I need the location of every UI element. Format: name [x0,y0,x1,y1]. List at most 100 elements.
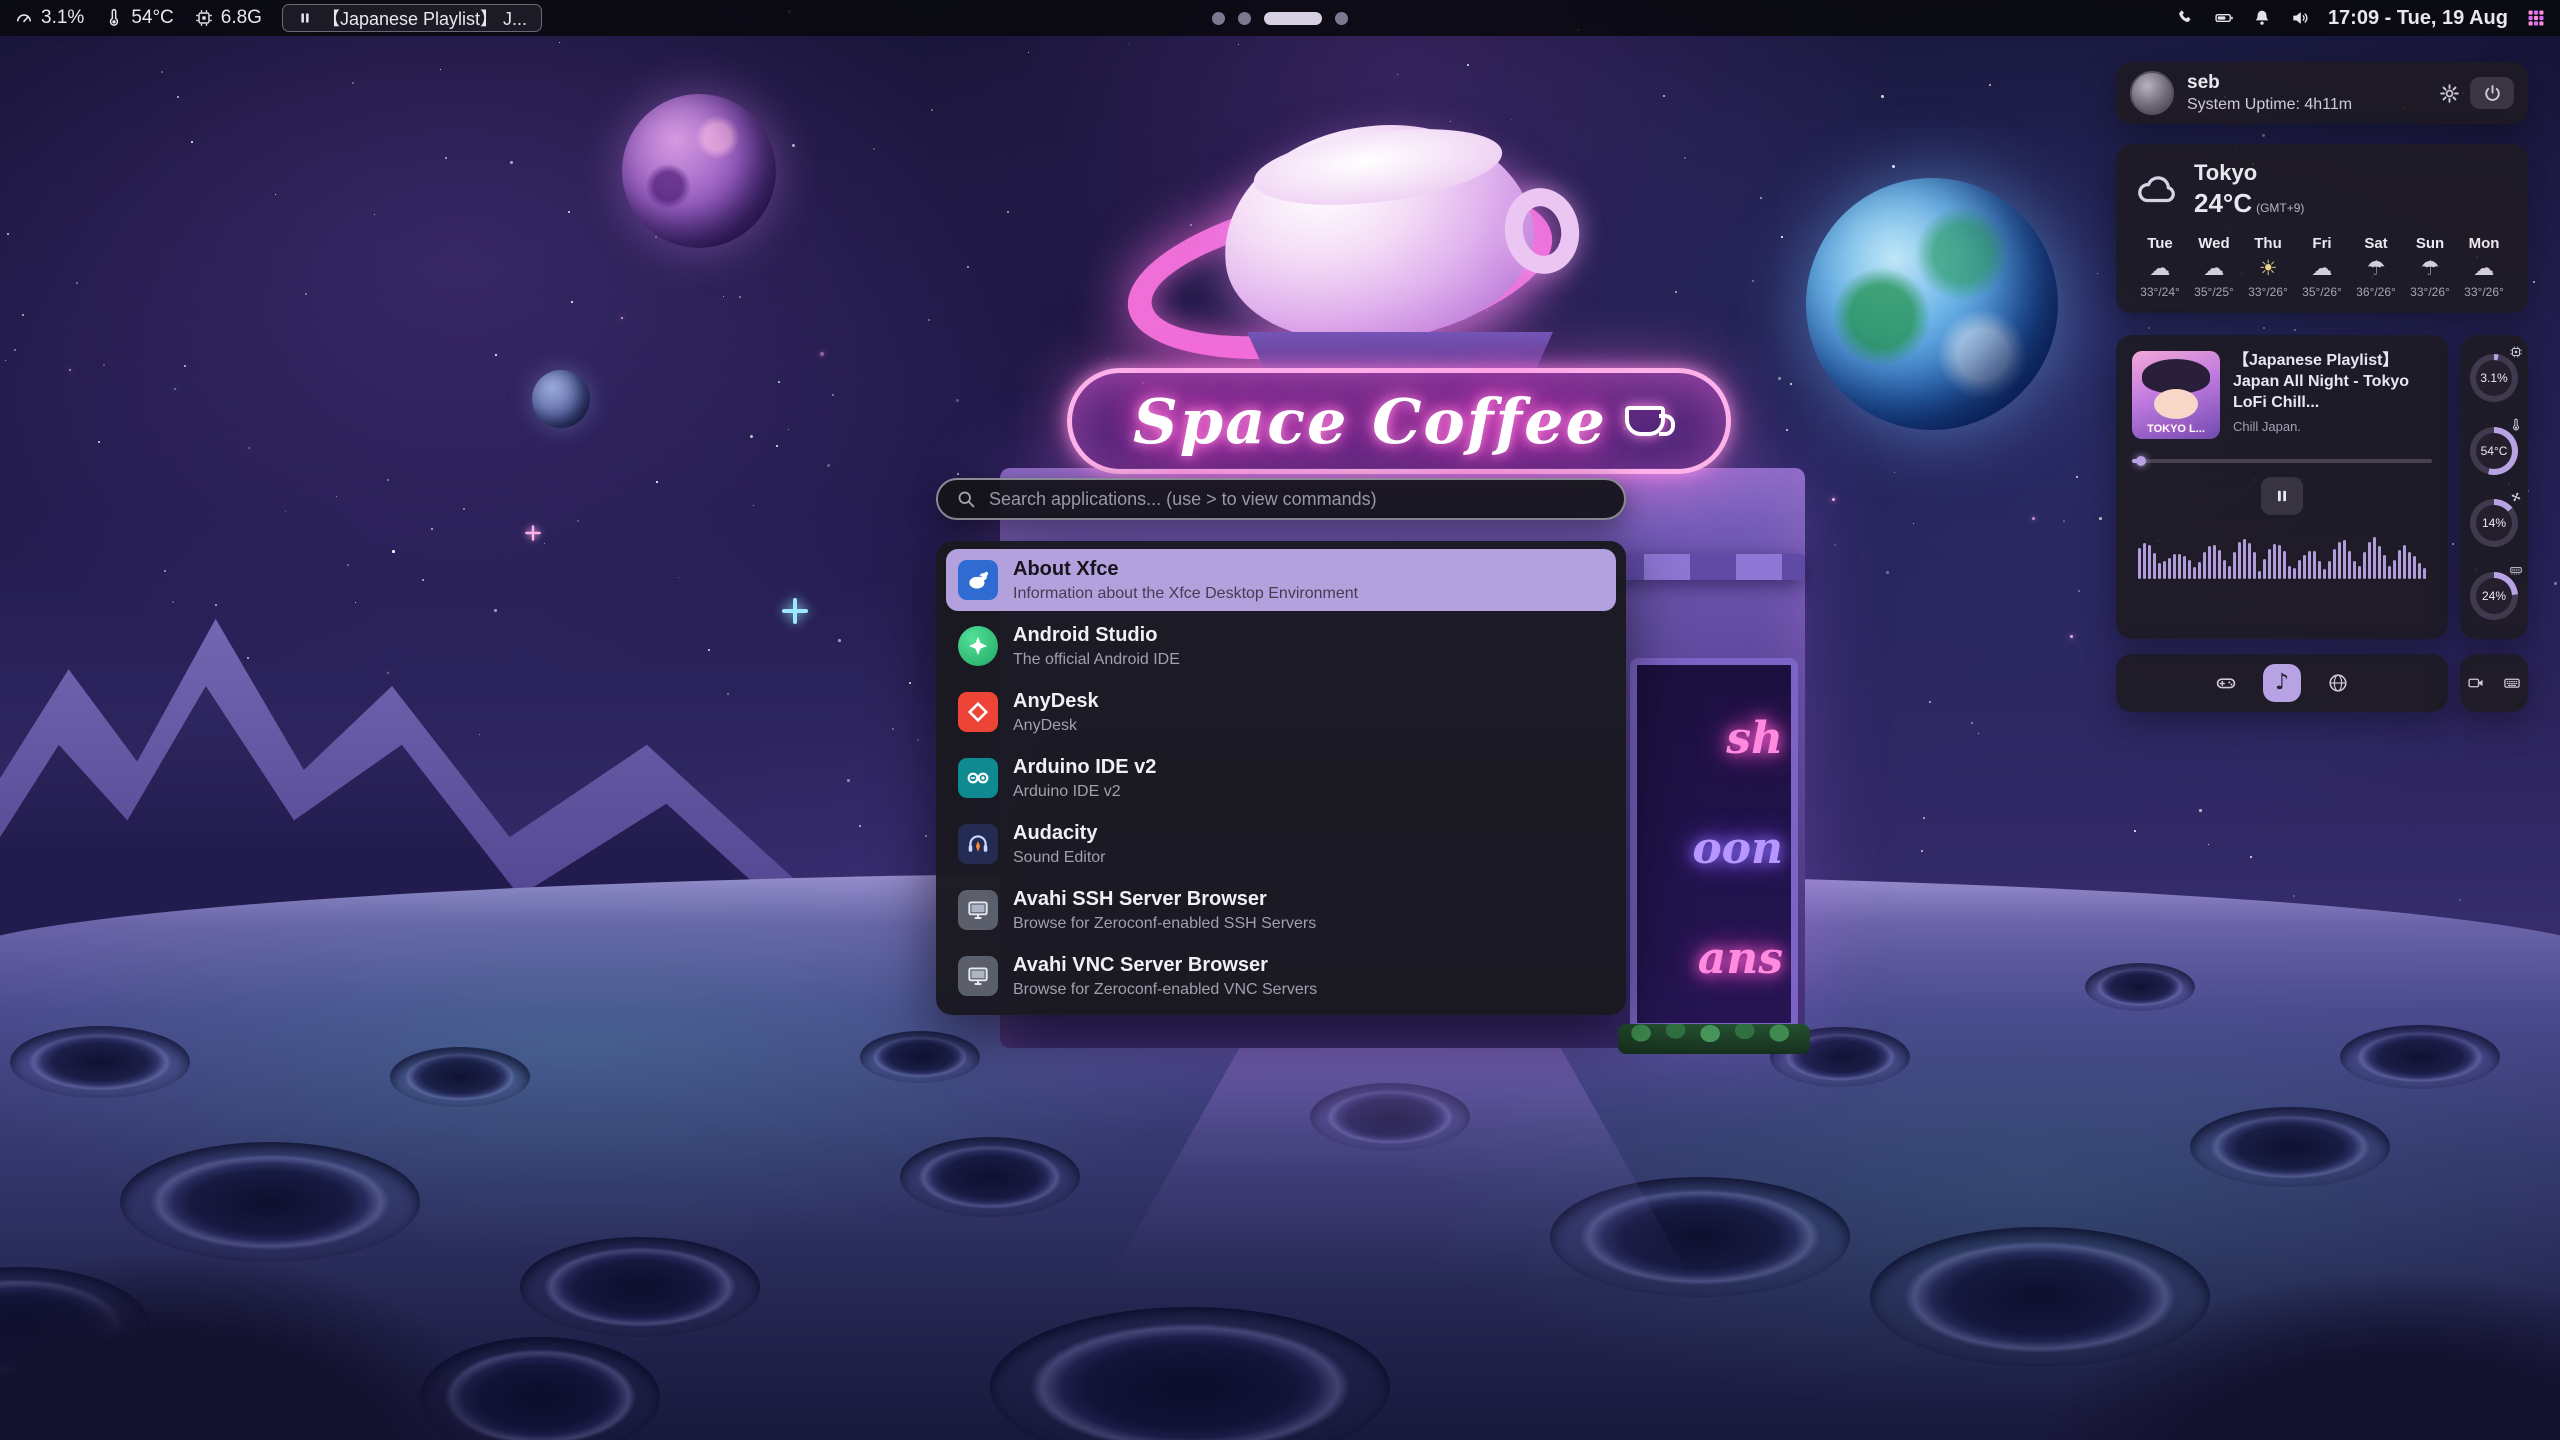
apps-grid-icon[interactable] [2526,8,2546,28]
result-title: AnyDesk [1013,689,1099,714]
waveform-bar [2293,568,2296,579]
star [928,319,930,321]
crater [2340,1025,2500,1089]
now-playing-label: 【Japanese Playlist】 J... [322,5,527,31]
pause-button[interactable] [2261,477,2303,515]
settings-gear-icon[interactable] [2439,83,2460,104]
star [248,447,250,449]
music-note-icon[interactable]: ♪ [2263,664,2301,702]
pause-icon [297,10,313,26]
star [14,349,16,351]
star [2459,899,2461,901]
workspace-dot[interactable] [1212,12,1225,25]
result-texts: Arduino IDE v2Arduino IDE v2 [1013,755,1156,801]
keyboard-icon[interactable] [2498,669,2526,697]
gauge-thermometer: 54°C [2469,420,2519,482]
waveform-bar [2248,543,2251,579]
waveform-bar [2258,571,2261,579]
star [184,365,186,367]
launcher-result[interactable]: Arduino IDE v2Arduino IDE v2 [936,745,1626,811]
bell-icon[interactable] [2252,8,2272,28]
star [161,71,163,73]
workspace-active-pill[interactable] [1264,12,1322,25]
thermometer-icon [2509,418,2523,437]
xfce-icon [958,560,998,600]
quick-actions-card: ♪ [2116,654,2448,712]
track-progress-bar[interactable] [2132,459,2432,463]
waveform-bar [2148,545,2151,579]
volume-icon[interactable] [2290,8,2310,28]
workspace-indicator[interactable] [1212,0,1348,36]
launcher-result[interactable]: Avahi SSH Server BrowserBrowse for Zeroc… [936,877,1626,943]
waveform-bar [2418,563,2421,579]
star [1923,817,1925,819]
star [5,360,6,361]
star [2134,830,2136,832]
star [2099,517,2102,520]
waveform-bar [2233,552,2236,579]
forecast-temps: 33°/24° [2140,285,2180,299]
launcher-result[interactable]: Android StudioThe official Android IDE [936,613,1626,679]
rain-icon: ☂ [2367,258,2386,279]
battery-icon[interactable] [2214,8,2234,28]
result-title: Android Studio [1013,623,1180,648]
waveform-bar [2193,567,2196,579]
forecast-day-name: Mon [2469,235,2500,252]
launcher-result[interactable]: AudacitySound Editor [936,811,1626,877]
star [723,296,724,297]
waveform-bar [2138,548,2141,579]
waveform-bar [2278,545,2281,579]
capture-actions-card [2460,654,2528,712]
search-bar[interactable] [936,478,1626,520]
app-launcher: About XfceInformation about the Xfce Des… [936,478,1626,1015]
result-texts: About XfceInformation about the Xfce Des… [1013,557,1358,603]
launcher-result[interactable]: About XfceInformation about the Xfce Des… [946,549,1616,611]
waveform-bar [2218,550,2221,579]
star [374,214,375,215]
sun-icon: ☀ [2259,258,2278,279]
crater [990,1307,1390,1440]
star [544,543,545,544]
launcher-result[interactable]: Avahi VNC Server BrowserBrowse for Zeroc… [936,943,1626,1009]
gauge-cpu: 3.1% [2469,347,2519,409]
album-art-label: TOKYO L... [2132,423,2220,435]
neon-cup-icon [1625,406,1665,436]
star [559,42,560,43]
screen-record-icon[interactable] [2462,669,2490,697]
waveform-bar [2353,561,2356,579]
gauge-value: 24% [2476,578,2512,614]
result-texts: Avahi SSH Server BrowserBrowse for Zeroc… [1013,887,1316,933]
launcher-result[interactable]: AnyDeskAnyDesk [936,679,1626,745]
forecast-temps: 35°/26° [2302,285,2342,299]
crater [120,1142,420,1262]
star [792,144,795,147]
waveform-bar [2363,552,2366,579]
gauge-value: 3.1% [2476,360,2512,396]
workspace-dot[interactable] [1238,12,1251,25]
star [2070,635,2073,638]
forecast-day-name: Sat [2364,235,2387,252]
workspace-dot[interactable] [1335,12,1348,25]
power-icon[interactable] [2470,77,2514,109]
forecast-temps: 33°/26° [2410,285,2450,299]
memory-icon [194,8,214,28]
star [22,314,24,316]
game-controller-icon[interactable] [2207,664,2245,702]
crater [2190,1107,2390,1187]
search-input[interactable] [989,489,1606,510]
star [820,352,824,356]
cloud-icon [2134,167,2180,213]
now-playing-chip[interactable]: 【Japanese Playlist】 J... [282,4,542,32]
star [1832,498,1835,501]
star [191,141,193,143]
waveform-bar [2173,554,2176,579]
star [1971,722,1973,724]
album-art: TOKYO L... [2132,351,2220,439]
waveform-bar [2208,546,2211,579]
star [1128,44,1129,45]
star [873,148,875,150]
gauge-value: 54°C [2476,433,2512,469]
globe-icon[interactable] [2319,664,2357,702]
progress-knob[interactable] [2136,456,2146,466]
phone-icon[interactable] [2176,8,2196,28]
